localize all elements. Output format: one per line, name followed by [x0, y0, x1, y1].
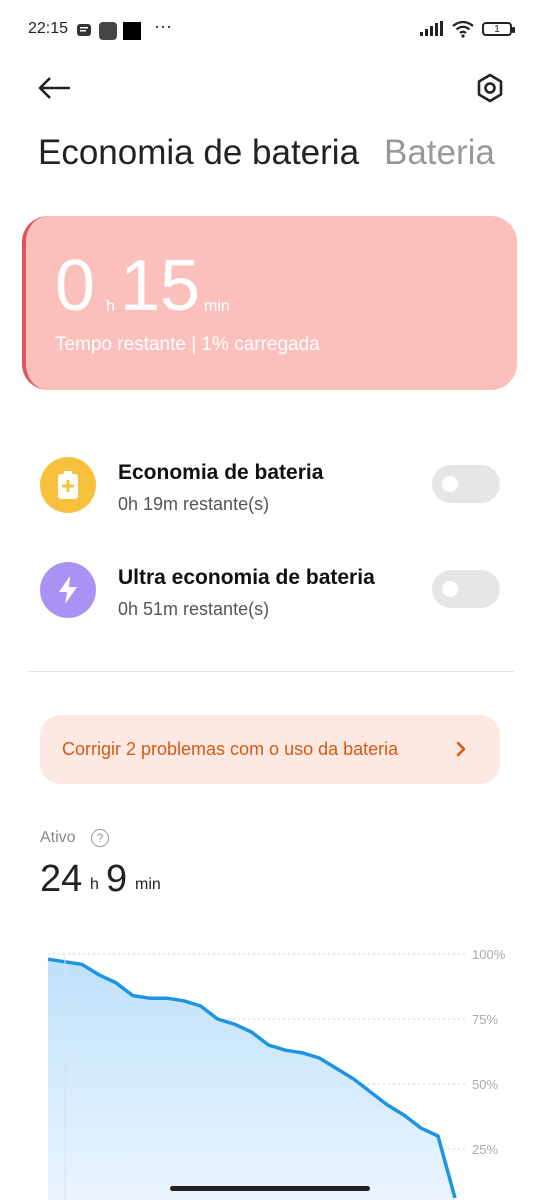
fix-issues-text: Corrigir 2 problemas com o uso da bateri… [62, 739, 399, 759]
battery-saver-title: Economia de bateria [118, 461, 324, 484]
tab-battery-saver[interactable]: Economia de bateria [38, 133, 359, 173]
message-notification-icon [77, 24, 91, 36]
battery-icon: 1 [482, 22, 515, 36]
app-notification-icon-2 [123, 22, 141, 40]
y-tick-label: 100% [472, 947, 506, 962]
help-icon[interactable]: ? [91, 829, 109, 847]
battery-saver-subtitle: 0h 19m restante(s) [118, 494, 270, 514]
battery-saver-row-icon [40, 457, 96, 513]
active-minutes: 9 [106, 858, 128, 900]
y-tick-label: 25% [472, 1142, 498, 1157]
status-icons: 1 [420, 20, 515, 38]
back-arrow-icon[interactable] [34, 70, 74, 106]
remaining-time-card [22, 216, 517, 390]
app-notification-icon [99, 22, 117, 40]
battery-plus-icon [58, 471, 78, 499]
ultra-saver-toggle[interactable] [432, 570, 500, 608]
active-hours-unit: h [90, 876, 99, 893]
battery-level-text: 1 [494, 23, 500, 35]
ultra-saver-row-icon [40, 562, 96, 618]
divider [27, 671, 514, 672]
ultra-saver-subtitle: 0h 51m restante(s) [118, 599, 270, 619]
ultra-saver-title: Ultra economia de bateria [118, 566, 375, 589]
tab-battery[interactable]: Bateria [384, 133, 495, 173]
battery-saver-toggle[interactable] [432, 465, 500, 503]
battery-usage-chart: 100% 75% 50% 25% [47, 947, 506, 1200]
status-time: 22:15 [28, 20, 69, 37]
active-hours: 24 [40, 858, 83, 900]
battery-area-fill [48, 959, 455, 1200]
lightning-icon [59, 576, 77, 604]
y-tick-label: 50% [472, 1077, 498, 1092]
settings-gear-icon[interactable] [470, 68, 510, 108]
remaining-minutes: 15 [120, 246, 201, 326]
home-indicator[interactable] [170, 1186, 370, 1191]
remaining-minutes-unit: min [204, 298, 230, 315]
active-label: Ativo [40, 829, 76, 846]
remaining-hours: 0 [55, 246, 96, 326]
signal-icon [420, 21, 443, 36]
fix-issues-banner[interactable]: Corrigir 2 problemas com o uso da bateri… [40, 715, 500, 784]
y-tick-label: 75% [472, 1012, 498, 1027]
more-notifications-icon: ··· [154, 16, 172, 36]
active-minutes-unit: min [135, 876, 161, 893]
remaining-subtitle: Tempo restante | 1% carregada [55, 334, 320, 355]
chevron-right-icon [456, 741, 466, 757]
wifi-icon [452, 20, 474, 38]
help-glyph: ? [96, 831, 104, 845]
remaining-hours-unit: h [106, 298, 115, 315]
